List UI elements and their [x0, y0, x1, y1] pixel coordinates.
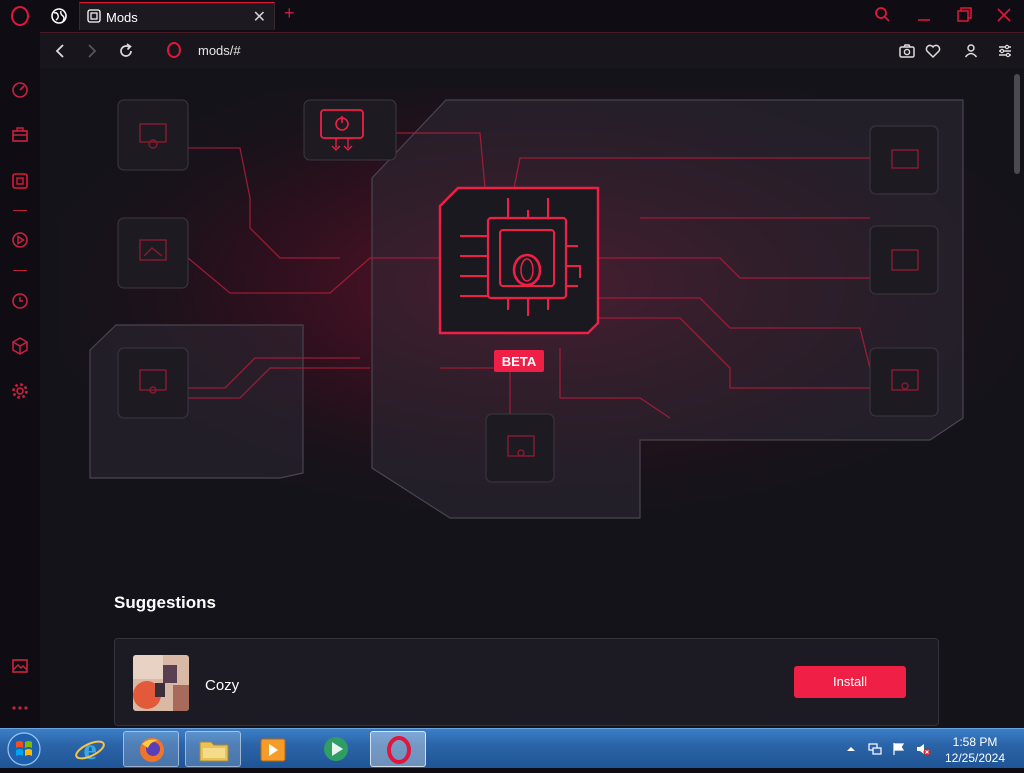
- bookmark-heart-icon[interactable]: [923, 41, 943, 61]
- start-button-icon[interactable]: [4, 730, 44, 768]
- player-icon[interactable]: [10, 230, 30, 250]
- settings-icon[interactable]: [10, 381, 30, 401]
- tab-mods[interactable]: Mods ✕: [79, 2, 275, 30]
- action-center-flag-icon[interactable]: [891, 741, 907, 757]
- tab-bar: Mods ✕ +: [0, 0, 1024, 32]
- media-player-icon: [260, 738, 286, 762]
- beta-badge: BETA: [502, 354, 537, 369]
- url-field[interactable]: mods/#: [198, 43, 241, 58]
- back-icon[interactable]: [50, 41, 70, 61]
- mods-tab-icon: [87, 9, 101, 23]
- show-hidden-icons-icon[interactable]: [843, 741, 859, 757]
- taskbar-media-center[interactable]: [308, 731, 364, 767]
- sidebar: [0, 32, 40, 728]
- extensions-icon[interactable]: [10, 336, 30, 356]
- clock-date: 12/25/2024: [944, 751, 1006, 765]
- reload-icon[interactable]: [116, 41, 136, 61]
- taskbar-firefox[interactable]: [123, 731, 179, 767]
- taskbar-internet-explorer[interactable]: e: [62, 731, 118, 767]
- close-window-icon[interactable]: [987, 4, 1021, 26]
- gallery-icon[interactable]: [10, 656, 30, 676]
- globe-icon[interactable]: [50, 7, 68, 25]
- mods-icon[interactable]: [10, 171, 30, 191]
- sidebar-divider: [13, 270, 27, 271]
- opera-menu-icon[interactable]: [11, 6, 29, 26]
- more-icon[interactable]: [10, 698, 30, 718]
- firefox-icon: [140, 738, 164, 762]
- easy-setup-icon[interactable]: [995, 41, 1015, 61]
- svg-text:e: e: [83, 733, 96, 766]
- volume-muted-icon[interactable]: [915, 741, 931, 757]
- new-tab-button[interactable]: +: [284, 3, 295, 24]
- tab-close-icon[interactable]: ✕: [253, 7, 266, 27]
- file-explorer-icon: [199, 741, 229, 762]
- mods-hero-illustration: BETA: [60, 88, 1020, 528]
- site-opera-icon: [167, 42, 181, 58]
- sidebar-divider: [13, 210, 27, 211]
- account-icon[interactable]: [961, 41, 981, 61]
- forward-icon[interactable]: [82, 41, 102, 61]
- system-clock[interactable]: 1:58 PM 12/25/2024: [940, 734, 1010, 766]
- taskbar-opera[interactable]: [370, 731, 426, 767]
- tab-title: Mods: [106, 10, 138, 25]
- clock-time: 1:58 PM: [952, 735, 998, 749]
- taskbar: e 1:58 PM 12/25/2024: [0, 728, 1024, 768]
- suggestions-heading: Suggestions: [114, 593, 217, 612]
- taskbar-media-player[interactable]: [245, 731, 301, 767]
- scrollbar[interactable]: [1014, 74, 1020, 174]
- snapshot-icon[interactable]: [897, 41, 917, 61]
- address-bar: mods/#: [40, 32, 1024, 68]
- history-icon[interactable]: [10, 291, 30, 311]
- minimize-icon[interactable]: [907, 4, 941, 26]
- restore-icon[interactable]: [947, 4, 981, 26]
- cozy-thumbnail: [133, 655, 189, 711]
- media-center-icon: [324, 737, 348, 761]
- taskbar-file-explorer[interactable]: [185, 731, 241, 767]
- opera-icon: [387, 736, 411, 764]
- suggestion-name: Cozy: [205, 677, 240, 694]
- internet-explorer-icon: e: [75, 733, 105, 766]
- install-button[interactable]: Install: [794, 666, 906, 698]
- speed-dial-icon[interactable]: [10, 80, 30, 100]
- suggestion-card-cozy[interactable]: Cozy Install: [114, 638, 939, 726]
- search-tabs-icon[interactable]: [866, 4, 900, 26]
- network-icon[interactable]: [867, 741, 883, 757]
- briefcase-icon[interactable]: [10, 124, 30, 144]
- mods-page: BETA Suggestions Cozy Install: [40, 68, 1024, 728]
